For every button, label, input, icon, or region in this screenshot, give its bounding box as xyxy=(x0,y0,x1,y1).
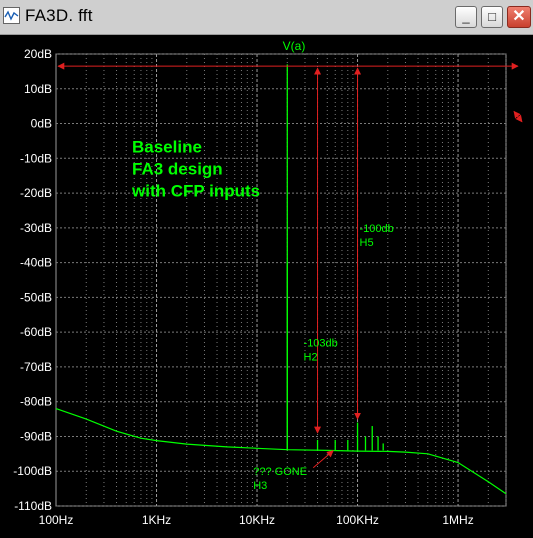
y-tick-label: 0dB xyxy=(31,117,52,131)
waveform-icon xyxy=(3,7,20,24)
h2-label: H2 xyxy=(304,352,318,364)
y-tick-label: -20dB xyxy=(20,186,52,200)
x-axis-ticks: 100Hz 1KHz 10KHz 100KHz 1MHz xyxy=(39,513,474,527)
edge-arrow xyxy=(513,110,523,123)
fft-chart[interactable]: 20dB 10dB 0dB -10dB -20dB -30dB -40dB -50dB -60d… xyxy=(0,34,533,533)
y-tick-label: -100dB xyxy=(13,464,52,478)
x-tick-label: 1KHz xyxy=(142,513,171,527)
title-bar[interactable]: FA3D. fft _ □ ✕ xyxy=(0,0,533,35)
x-tick-label: 10KHz xyxy=(239,513,275,527)
annotation-main-text: FA3 design xyxy=(132,159,223,178)
y-tick-label: -10dB xyxy=(20,151,52,165)
annotation-main-text: Baseline xyxy=(132,137,202,156)
y-tick-label: -110dB xyxy=(14,499,52,513)
y-tick-label: -80dB xyxy=(20,395,52,409)
trace-name: V(a) xyxy=(283,39,306,53)
y-tick-label: 10dB xyxy=(24,82,52,96)
window-title: FA3D. fft xyxy=(25,6,93,25)
maximize-button[interactable]: □ xyxy=(481,6,503,28)
annotation-main-text: with CFP inputs xyxy=(131,181,260,200)
y-axis-ticks: 20dB 10dB 0dB -10dB -20dB -30dB -40dB -50dB -60d… xyxy=(13,47,52,513)
y-tick-label: -90dB xyxy=(20,429,52,443)
y-tick-label: -50dB xyxy=(20,290,52,304)
y-tick-label: -60dB xyxy=(20,325,52,339)
y-tick-label: -40dB xyxy=(20,256,52,270)
h5-label: -100db xyxy=(360,223,394,235)
plot-frame xyxy=(55,53,507,507)
h3-label: ??? GONE xyxy=(253,466,307,478)
fft-plot-area[interactable]: 20dB 10dB 0dB -10dB -20dB -30dB -40dB -50dB -60d… xyxy=(0,34,533,533)
close-button[interactable]: ✕ xyxy=(507,6,531,28)
y-tick-label: -70dB xyxy=(20,360,52,374)
y-tick-label: -30dB xyxy=(20,221,52,235)
app-window: FA3D. fft _ □ ✕ 20dB 10dB 0dB -10dB -20dB -30… xyxy=(0,0,533,533)
x-tick-label: 1MHz xyxy=(442,513,473,527)
minimize-button[interactable]: _ xyxy=(455,6,477,28)
x-tick-label: 100Hz xyxy=(39,513,74,527)
x-tick-label: 100KHz xyxy=(336,513,379,527)
h2-label: -103db xyxy=(304,338,338,350)
h3-label: H3 xyxy=(253,480,267,492)
y-tick-label: 20dB xyxy=(24,47,52,61)
h5-label: H5 xyxy=(360,237,374,249)
